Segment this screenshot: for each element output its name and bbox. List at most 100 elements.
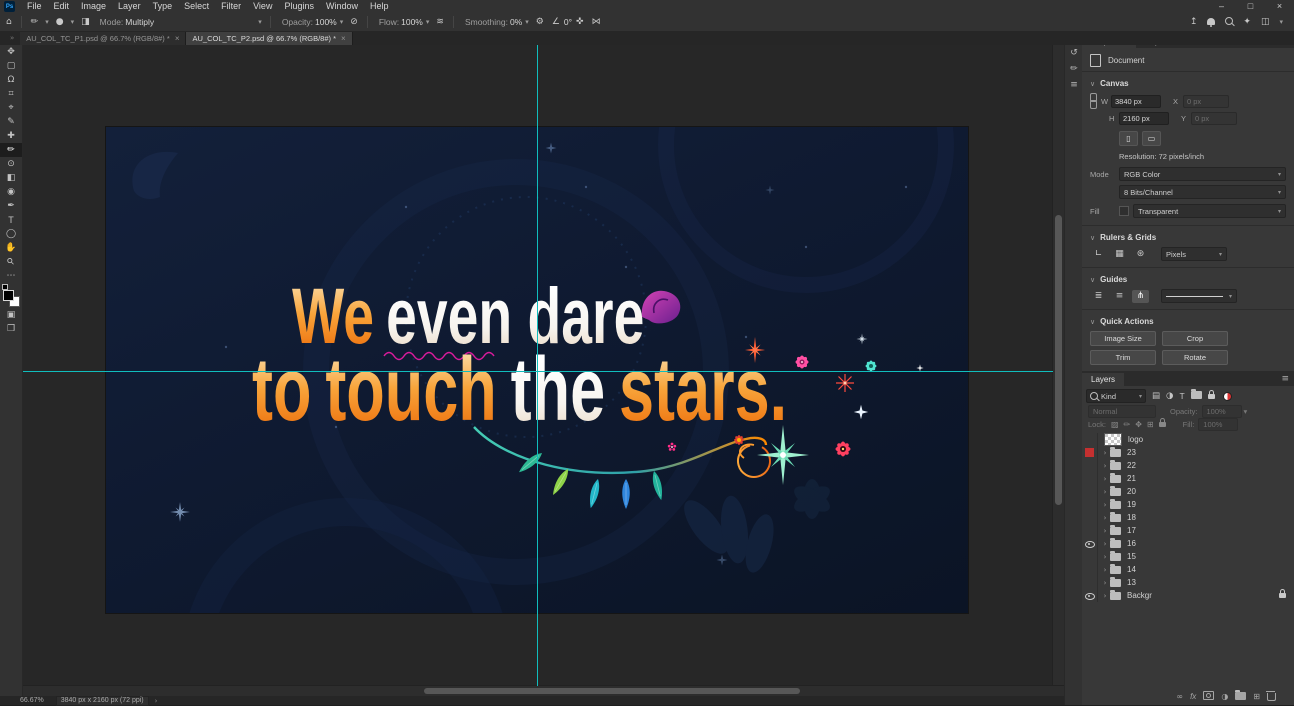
new-layer-icon[interactable]: ⊞ — [1253, 692, 1260, 701]
layer-row-group-22[interactable]: › 22 — [1082, 459, 1294, 472]
expand-group-icon[interactable]: › — [1100, 475, 1110, 483]
close-button[interactable]: × — [1265, 0, 1294, 13]
image-size-button[interactable]: Image Size — [1090, 331, 1156, 346]
horizontal-scrollbar-thumb[interactable] — [424, 688, 800, 694]
delete-layer-icon[interactable] — [1260, 688, 1276, 706]
filter-group-icon[interactable] — [1191, 391, 1202, 401]
tab-overflow-icon[interactable]: » — [10, 34, 14, 42]
document-tab-2[interactable]: AU_COL_TC_P2.psd @ 66.7% (RGB/8#) * × — [186, 31, 352, 45]
document-info[interactable]: 3840 px x 2160 px (72 ppi) — [56, 696, 149, 706]
gradient-tool[interactable]: ◧ — [0, 171, 22, 185]
trim-button[interactable]: Trim — [1090, 350, 1156, 365]
layer-row-background[interactable]: › Backgr — [1082, 589, 1294, 602]
smoothing-value[interactable]: 0% — [510, 17, 522, 27]
layer-effects-icon[interactable]: fx — [1190, 692, 1196, 701]
crop-button[interactable]: Crop — [1162, 331, 1228, 346]
layer-row-group-23[interactable]: › 23 — [1082, 446, 1294, 459]
symmetry-icon[interactable]: ⋈ — [592, 17, 601, 27]
filter-type-icon[interactable]: T — [1179, 391, 1184, 401]
filter-image-icon[interactable]: ▤ — [1152, 391, 1160, 401]
color-mode-select[interactable]: RGB Color ▾ — [1119, 167, 1286, 181]
horizontal-guide[interactable] — [22, 371, 1053, 372]
lock-all-icon[interactable] — [1159, 420, 1166, 429]
toggle-brush-panel-icon[interactable]: ◨ — [81, 17, 90, 27]
move-tool[interactable]: ✥ — [0, 45, 22, 59]
link-layers-icon[interactable]: ∞ — [1176, 692, 1183, 701]
edit-toolbar-icon[interactable]: ⋯ — [0, 269, 22, 283]
notifications-bell-icon[interactable] — [1207, 17, 1215, 27]
layer-thumbnail[interactable] — [1104, 433, 1122, 446]
brush-settings-icon[interactable]: ✏ — [1065, 61, 1083, 77]
chevron-down-icon[interactable]: ▾ — [258, 18, 262, 26]
layer-visibility-toggle[interactable] — [1082, 537, 1098, 550]
sliders-icon[interactable]: ≡ — [1065, 77, 1083, 93]
hand-tool[interactable]: ✋ — [0, 241, 22, 255]
foreground-color-swatch[interactable] — [3, 290, 14, 301]
guide-style-select[interactable]: ▾ — [1161, 289, 1237, 303]
menu-plugins[interactable]: Plugins — [278, 0, 320, 13]
layer-visibility-toggle[interactable] — [1082, 576, 1098, 589]
discover-icon[interactable]: ✦ — [1243, 17, 1251, 27]
quick-mask-icon[interactable]: ▣ — [0, 308, 22, 322]
vertical-guide[interactable] — [537, 45, 538, 686]
add-mask-icon[interactable] — [1203, 691, 1214, 702]
layer-visibility-toggle[interactable] — [1082, 511, 1098, 524]
expand-group-icon[interactable]: › — [1100, 553, 1110, 561]
smoothing-gear-icon[interactable]: ⚙ — [536, 17, 544, 27]
layer-visibility-toggle[interactable] — [1082, 524, 1098, 537]
filter-adjustment-icon[interactable]: ◑ — [1166, 391, 1173, 401]
layer-row-group-14[interactable]: › 14 — [1082, 563, 1294, 576]
airbrush-icon[interactable]: ≋ — [436, 17, 444, 27]
layer-row-group-18[interactable]: › 18 — [1082, 511, 1294, 524]
zoom-level-field[interactable]: 66.67% — [20, 697, 44, 704]
lock-transparency-icon[interactable]: ▨ — [1111, 420, 1119, 429]
maximize-button[interactable]: □ — [1236, 0, 1265, 13]
close-tab-icon[interactable]: × — [341, 34, 346, 43]
expand-group-icon[interactable]: › — [1100, 514, 1110, 522]
type-tool[interactable]: T — [0, 213, 22, 227]
share-icon[interactable]: ↥ — [1190, 17, 1198, 27]
chevron-down-icon[interactable]: ▾ — [340, 18, 344, 26]
filter-toggle[interactable] — [1223, 392, 1232, 401]
horizontal-scrollbar[interactable] — [22, 685, 1064, 696]
expand-group-icon[interactable]: › — [1100, 501, 1110, 509]
chevron-down-icon[interactable]: ▾ — [426, 18, 430, 26]
expand-group-icon[interactable]: › — [1100, 566, 1110, 574]
fill-select[interactable]: Transparent ▾ — [1133, 204, 1286, 218]
layer-row-group-20[interactable]: › 20 — [1082, 485, 1294, 498]
rulers-grids-section-header[interactable]: ∨ Rulers & Grids — [1082, 230, 1294, 245]
adjustment-layer-icon[interactable]: ◑ — [1221, 692, 1228, 701]
brush-tool-preset-icon[interactable]: ✏ — [31, 17, 39, 27]
shape-tool[interactable]: ◯ — [0, 227, 22, 241]
expand-group-icon[interactable]: › — [1100, 488, 1110, 496]
brush-tool[interactable]: ✏ — [0, 143, 22, 157]
snap-icon[interactable]: ⊛ — [1132, 248, 1149, 261]
guide-layout-icon[interactable]: ≣ — [1090, 290, 1107, 303]
eyedropper-tool[interactable]: ✎ — [0, 115, 22, 129]
menu-file[interactable]: File — [21, 0, 48, 13]
screen-mode-icon[interactable]: ❒ — [0, 322, 22, 336]
layer-visibility-toggle[interactable] — [1082, 550, 1098, 563]
layer-row-group-21[interactable]: › 21 — [1082, 472, 1294, 485]
healing-brush-tool[interactable]: ✚ — [0, 129, 22, 143]
brush-angle-value[interactable]: 0° — [564, 17, 572, 27]
new-group-icon[interactable] — [1235, 692, 1246, 702]
menu-image[interactable]: Image — [75, 0, 112, 13]
layer-row-group-16[interactable]: › 16 — [1082, 537, 1294, 550]
layer-visibility-toggle[interactable] — [1082, 485, 1098, 498]
menu-layer[interactable]: Layer — [112, 0, 147, 13]
smudge-tool[interactable]: ◉ — [0, 185, 22, 199]
menu-type[interactable]: Type — [147, 0, 179, 13]
pressure-opacity-icon[interactable]: ⊘ — [350, 17, 358, 27]
canvas-height-input[interactable]: 2160 px — [1119, 112, 1169, 125]
canvas-width-input[interactable]: 3840 px — [1111, 95, 1161, 108]
object-selection-tool[interactable]: ⌖ — [0, 101, 22, 115]
expand-group-icon[interactable]: › — [1100, 579, 1110, 587]
filter-lock-icon[interactable] — [1208, 391, 1215, 401]
home-icon[interactable]: ⌂ — [6, 17, 12, 27]
panel-menu-icon[interactable]: ≡ — [1281, 373, 1289, 386]
menu-filter[interactable]: Filter — [215, 0, 247, 13]
workspace-switcher-icon[interactable]: ◫ — [1261, 17, 1270, 27]
grid-icon[interactable]: ▦ — [1111, 248, 1128, 261]
guides-section-header[interactable]: ∨ Guides — [1082, 272, 1294, 287]
